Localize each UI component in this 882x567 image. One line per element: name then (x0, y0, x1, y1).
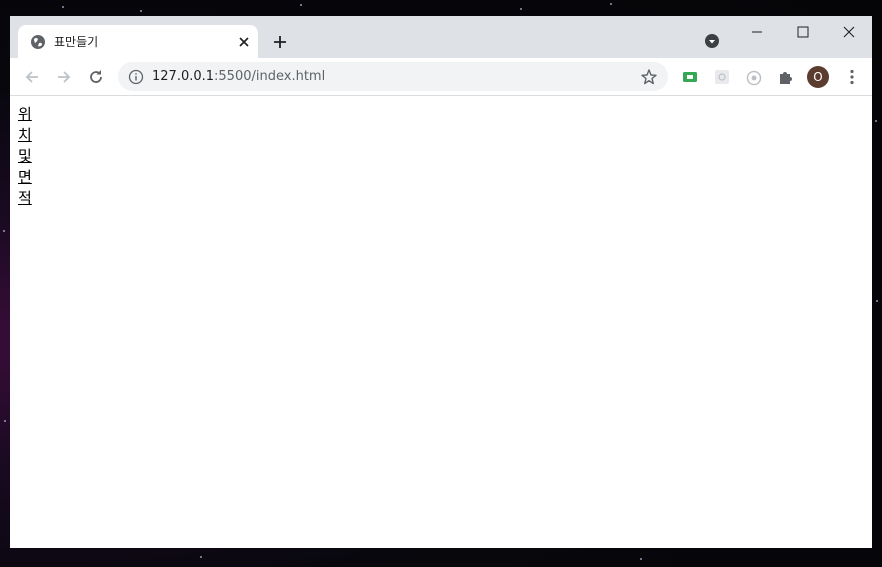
bookmark-star-icon[interactable] (640, 68, 658, 86)
location-area-text: 위치및면적 (18, 105, 32, 207)
url-text[interactable]: 127.0.0.1:5500/index.html (152, 69, 325, 84)
globe-icon (31, 35, 45, 49)
timer-extension-icon[interactable] (744, 67, 764, 87)
toolbar: 127.0.0.1:5500/index.html O (10, 58, 872, 96)
address-bar[interactable]: 127.0.0.1:5500/index.html (118, 62, 668, 91)
title-bar: 표만들기 (10, 16, 872, 58)
close-icon[interactable] (236, 34, 252, 50)
screen-extension-icon[interactable] (680, 67, 700, 87)
maximize-button[interactable] (788, 21, 818, 43)
url-path: :5500/index.html (214, 69, 326, 84)
back-arrow-icon[interactable] (22, 67, 42, 87)
new-tab-button[interactable] (270, 32, 290, 52)
grid-extension-icon[interactable] (712, 67, 732, 87)
window-close-button[interactable] (834, 21, 864, 43)
reload-icon[interactable] (86, 67, 106, 87)
forward-arrow-icon[interactable] (54, 67, 74, 87)
minimize-button[interactable] (742, 21, 772, 43)
url-host: 127.0.0.1 (152, 69, 215, 84)
puzzle-extensions-icon[interactable] (776, 67, 796, 87)
tab-search-icon[interactable] (704, 33, 720, 49)
more-vert-icon[interactable] (842, 67, 862, 87)
profile-avatar[interactable]: O (807, 66, 829, 88)
tab-title: 표만들기 (54, 35, 99, 49)
info-icon[interactable] (128, 69, 144, 85)
page-content: 위치및면적 (10, 96, 872, 548)
browser-tab[interactable]: 표만들기 (18, 25, 258, 58)
browser-window: 표만들기 127.0.0.1:5500/index.html O 위치및면적 (10, 16, 872, 548)
